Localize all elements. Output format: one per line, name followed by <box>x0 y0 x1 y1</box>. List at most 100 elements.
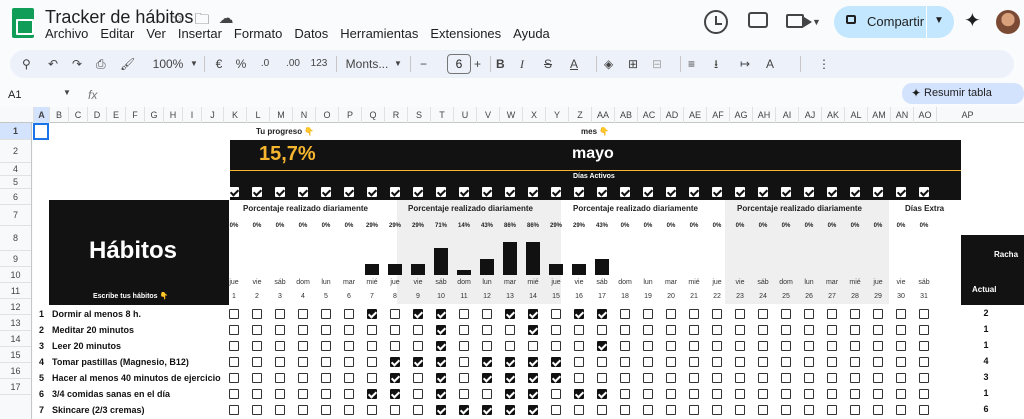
active-day-checkbox[interactable] <box>850 187 860 197</box>
habit-checkbox[interactable] <box>873 341 883 351</box>
row-header-8[interactable]: 8 <box>0 226 31 251</box>
chevron-down-icon[interactable]: ▼ <box>63 88 71 97</box>
habit-checkbox[interactable] <box>413 309 423 319</box>
habit-checkbox[interactable] <box>643 309 653 319</box>
column-header-t[interactable]: T <box>430 107 453 123</box>
habit-name[interactable]: Meditar 20 minutos <box>52 322 134 338</box>
habit-checkbox[interactable] <box>620 341 630 351</box>
active-day-checkbox[interactable] <box>459 187 469 197</box>
borders-icon[interactable]: ⊞ <box>628 56 638 72</box>
habit-checkbox[interactable] <box>804 373 814 383</box>
habit-checkbox[interactable] <box>919 405 929 415</box>
active-day-checkbox[interactable] <box>367 187 377 197</box>
habit-checkbox[interactable] <box>482 341 492 351</box>
habit-checkbox[interactable] <box>735 357 745 367</box>
habit-checkbox[interactable] <box>827 309 837 319</box>
habit-checkbox[interactable] <box>390 325 400 335</box>
habit-checkbox[interactable] <box>781 373 791 383</box>
habit-checkbox[interactable] <box>919 325 929 335</box>
font-size-input[interactable]: 6 <box>447 54 471 74</box>
column-header-l[interactable]: L <box>246 107 269 123</box>
habit-checkbox[interactable] <box>620 325 630 335</box>
column-header-i[interactable]: I <box>182 107 201 123</box>
column-header-af[interactable]: AF <box>706 107 729 123</box>
column-header-e[interactable]: E <box>106 107 125 123</box>
habit-checkbox[interactable] <box>344 357 354 367</box>
habit-checkbox[interactable] <box>873 357 883 367</box>
chevron-down-icon[interactable]: ▼ <box>394 56 402 72</box>
habit-checkbox[interactable] <box>850 309 860 319</box>
habit-checkbox[interactable] <box>252 357 262 367</box>
habit-checkbox[interactable] <box>390 357 400 367</box>
active-day-checkbox[interactable] <box>390 187 400 197</box>
vertical-align-icon[interactable]: ⭳ <box>714 56 718 72</box>
habit-checkbox[interactable] <box>873 373 883 383</box>
habit-checkbox[interactable] <box>367 325 377 335</box>
column-header-j[interactable]: J <box>201 107 223 123</box>
habit-checkbox[interactable] <box>689 357 699 367</box>
gemini-icon[interactable]: ✦ <box>964 8 981 33</box>
habit-checkbox[interactable] <box>229 357 239 367</box>
habit-checkbox[interactable] <box>413 405 423 415</box>
habit-checkbox[interactable] <box>758 325 768 335</box>
habit-checkbox[interactable] <box>551 373 561 383</box>
habit-checkbox[interactable] <box>804 325 814 335</box>
habit-checkbox[interactable] <box>321 325 331 335</box>
habit-checkbox[interactable] <box>459 341 469 351</box>
habit-checkbox[interactable] <box>505 309 515 319</box>
habit-checkbox[interactable] <box>367 341 377 351</box>
text-wrap-icon[interactable]: ↦ <box>740 56 750 72</box>
active-day-checkbox[interactable] <box>528 187 538 197</box>
sheet-grid[interactable]: Tu progreso 👇 mes 👇 15,7% mayo Días Acti… <box>33 123 1024 419</box>
row-header-6[interactable]: 6 <box>0 189 31 205</box>
habit-checkbox[interactable] <box>275 389 285 399</box>
strikethrough-icon[interactable]: S <box>544 56 552 72</box>
habit-checkbox[interactable] <box>666 309 676 319</box>
habit-checkbox[interactable] <box>528 309 538 319</box>
habit-checkbox[interactable] <box>298 341 308 351</box>
column-header-p[interactable]: P <box>338 107 361 123</box>
row-header-9[interactable]: 9 <box>0 251 31 267</box>
habit-checkbox[interactable] <box>804 309 814 319</box>
habit-checkbox[interactable] <box>574 405 584 415</box>
column-header-q[interactable]: Q <box>361 107 384 123</box>
habit-checkbox[interactable] <box>459 373 469 383</box>
habit-checkbox[interactable] <box>344 389 354 399</box>
text-rotation-icon[interactable]: A <box>766 56 774 72</box>
active-day-checkbox[interactable] <box>666 187 676 197</box>
habit-checkbox[interactable] <box>827 341 837 351</box>
menu-item-insertar[interactable]: Insertar <box>178 26 222 41</box>
text-color-icon[interactable]: A <box>570 56 578 72</box>
active-day-checkbox[interactable] <box>735 187 745 197</box>
percent-button[interactable]: % <box>234 56 248 72</box>
row-header-14[interactable]: 14 <box>0 331 31 347</box>
active-day-checkbox[interactable] <box>597 187 607 197</box>
habit-checkbox[interactable] <box>574 341 584 351</box>
habit-checkbox[interactable] <box>344 405 354 415</box>
column-header-ag[interactable]: AG <box>729 107 752 123</box>
habit-checkbox[interactable] <box>896 405 906 415</box>
habit-checkbox[interactable] <box>551 357 561 367</box>
habit-checkbox[interactable] <box>298 325 308 335</box>
habit-checkbox[interactable] <box>436 405 446 415</box>
habit-checkbox[interactable] <box>896 341 906 351</box>
row-header-2[interactable]: 2 <box>0 140 31 163</box>
column-header-s[interactable]: S <box>407 107 430 123</box>
habit-checkbox[interactable] <box>919 341 929 351</box>
habit-checkbox[interactable] <box>850 341 860 351</box>
zoom-select[interactable]: 100% <box>148 56 188 72</box>
habit-checkbox[interactable] <box>367 405 377 415</box>
habit-checkbox[interactable] <box>896 373 906 383</box>
column-header-z[interactable]: Z <box>568 107 591 123</box>
active-day-checkbox[interactable] <box>298 187 308 197</box>
habit-checkbox[interactable] <box>367 389 377 399</box>
habit-checkbox[interactable] <box>413 357 423 367</box>
habit-checkbox[interactable] <box>574 373 584 383</box>
column-header-ad[interactable]: AD <box>660 107 683 123</box>
active-day-checkbox[interactable] <box>689 187 699 197</box>
habit-checkbox[interactable] <box>367 357 377 367</box>
summarize-table-button[interactable]: ✦ Resumir tabla <box>902 83 1024 104</box>
habit-checkbox[interactable] <box>643 373 653 383</box>
habit-checkbox[interactable] <box>390 309 400 319</box>
habit-checkbox[interactable] <box>804 341 814 351</box>
